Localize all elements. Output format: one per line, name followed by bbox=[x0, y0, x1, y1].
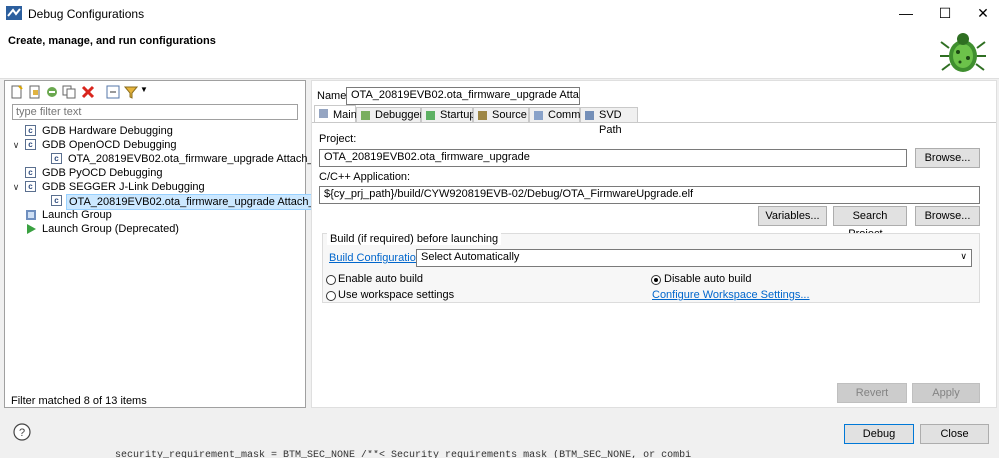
tree-item[interactable]: ∨ c GDB OpenOCD Debugging bbox=[7, 138, 303, 152]
revert-button[interactable]: Revert bbox=[837, 383, 907, 403]
close-button[interactable]: Close bbox=[920, 424, 989, 444]
c-config-icon: c bbox=[25, 181, 36, 192]
filter-icon[interactable] bbox=[124, 85, 138, 99]
chevron-down-icon: ∨ bbox=[960, 251, 967, 261]
build-group: Build (if required) before launching Bui… bbox=[322, 233, 980, 303]
search-project-button[interactable]: Search Project... bbox=[833, 206, 907, 240]
tab-label: Startup bbox=[440, 109, 476, 121]
export-config-icon[interactable] bbox=[45, 85, 59, 99]
c-config-icon: c bbox=[51, 195, 62, 206]
c-config-icon: c bbox=[25, 139, 36, 150]
tab-label: Source bbox=[492, 109, 527, 121]
main-tab-icon bbox=[319, 109, 328, 118]
build-configuration-select[interactable]: Select Automatically ∨ bbox=[416, 249, 972, 267]
c-config-icon: c bbox=[25, 167, 36, 178]
background-code-line: security_requirement_mask = BTM_SEC_NONE… bbox=[115, 450, 692, 458]
tab-common[interactable]: Common bbox=[529, 107, 593, 122]
tree-item-label: Launch Group (Deprecated) bbox=[42, 223, 179, 235]
tree-item[interactable]: c OTA_20819EVB02.ota_firmware_upgrade Att… bbox=[7, 194, 344, 210]
debugger-icon bbox=[361, 111, 370, 120]
tab-svd-path[interactable]: SVD Path bbox=[580, 107, 638, 136]
tree-item[interactable]: Launch Group (Deprecated) bbox=[7, 222, 303, 236]
filter-status: Filter matched 8 of 13 items bbox=[11, 395, 147, 407]
tab-label: Main bbox=[333, 109, 357, 121]
build-group-label: Build (if required) before launching bbox=[327, 233, 502, 245]
tree-item[interactable]: c GDB PyOCD Debugging bbox=[7, 166, 303, 180]
svd-icon bbox=[585, 111, 594, 120]
variables-button[interactable]: Variables... bbox=[758, 206, 827, 226]
browse-project-button[interactable]: Browse... bbox=[915, 148, 980, 168]
expand-toggle-icon[interactable]: ∨ bbox=[11, 138, 21, 152]
tree-item-label: GDB SEGGER J-Link Debugging bbox=[42, 181, 205, 193]
browse-application-button[interactable]: Browse... bbox=[915, 206, 980, 226]
maximize-icon[interactable]: ☐ bbox=[925, 0, 965, 26]
tab-startup[interactable]: Startup bbox=[421, 107, 476, 122]
common-icon bbox=[534, 111, 543, 120]
configure-workspace-link[interactable]: Configure Workspace Settings... bbox=[652, 289, 810, 301]
disable-auto-build-radio[interactable] bbox=[651, 275, 661, 285]
startup-icon bbox=[426, 111, 435, 120]
c-config-icon: c bbox=[25, 125, 36, 136]
disable-auto-build-label: Disable auto build bbox=[664, 273, 752, 285]
configuration-editor: Name: OTA_20819EVB02.ota_firmware_upgrad… bbox=[311, 80, 997, 408]
tree-item-label: GDB OpenOCD Debugging bbox=[42, 139, 177, 151]
tree-item[interactable]: ∨ c GDB SEGGER J-Link Debugging bbox=[7, 180, 303, 194]
bug-icon bbox=[940, 33, 986, 72]
title-bar: Debug Configurations — ☐ ✕ bbox=[0, 0, 999, 26]
tree-item-label: Launch Group bbox=[42, 209, 112, 221]
debug-button[interactable]: Debug bbox=[844, 424, 914, 444]
build-configuration-link[interactable]: Build Configuration: bbox=[329, 252, 425, 264]
minimize-icon[interactable]: — bbox=[886, 0, 926, 26]
project-label: Project: bbox=[319, 133, 357, 145]
name-field[interactable]: OTA_20819EVB02.ota_firmware_upgrade Atta… bbox=[346, 87, 580, 105]
new-config-icon[interactable] bbox=[10, 85, 24, 99]
duplicate-icon[interactable] bbox=[62, 85, 76, 99]
tab-main[interactable]: Main bbox=[314, 105, 357, 123]
name-label: Name: bbox=[317, 90, 350, 102]
tab-label: Debugger bbox=[375, 109, 424, 121]
tab-source[interactable]: Source bbox=[473, 107, 529, 122]
close-icon[interactable]: ✕ bbox=[963, 0, 999, 26]
help-icon[interactable]: ? bbox=[13, 423, 31, 441]
project-field[interactable]: OTA_20819EVB02.ota_firmware_upgrade bbox=[319, 149, 907, 167]
expand-toggle-icon[interactable]: ∨ bbox=[11, 180, 21, 194]
tree-item[interactable]: c GDB Hardware Debugging bbox=[7, 124, 303, 138]
tree-item[interactable]: c OTA_20819EVB02.ota_firmware_upgrade Att… bbox=[7, 152, 356, 166]
tree-item-label: GDB PyOCD Debugging bbox=[42, 167, 163, 179]
configuration-tree-pane: ▼ c GDB Hardware Debugging ∨ c GDB OpenOCD D… bbox=[4, 80, 356, 408]
workspace-settings-radio[interactable] bbox=[326, 291, 336, 301]
window-title: Debug Configurations bbox=[28, 7, 145, 21]
enable-auto-build-radio[interactable] bbox=[326, 275, 336, 285]
build-configuration-value: Select Automatically bbox=[421, 251, 520, 263]
c-config-icon: c bbox=[51, 153, 62, 164]
collapse-all-icon[interactable] bbox=[106, 85, 120, 99]
page-title: Create, manage, and run configurations bbox=[8, 35, 216, 47]
apply-button[interactable]: Apply bbox=[912, 383, 980, 403]
launch-group-icon bbox=[26, 210, 36, 220]
application-label: C/C++ Application: bbox=[319, 171, 411, 183]
application-field[interactable]: ${cy_prj_path}/build/CYW920819EVB-02/Deb… bbox=[319, 186, 980, 204]
delete-icon[interactable] bbox=[81, 85, 95, 99]
filter-input[interactable] bbox=[12, 104, 298, 120]
run-icon bbox=[27, 224, 36, 234]
tree-item[interactable]: Launch Group bbox=[7, 208, 303, 222]
source-icon bbox=[478, 111, 487, 120]
tree-item-label: GDB Hardware Debugging bbox=[42, 125, 173, 137]
dialog-header: Create, manage, and run configurations bbox=[0, 26, 999, 79]
new-prototype-icon[interactable] bbox=[28, 85, 42, 99]
tab-debugger[interactable]: Debugger bbox=[356, 107, 424, 122]
eclipse-debug-icon bbox=[6, 6, 22, 20]
chevron-down-icon[interactable]: ▼ bbox=[140, 85, 148, 94]
enable-auto-build-label: Enable auto build bbox=[338, 273, 424, 285]
svg-text:?: ? bbox=[19, 427, 25, 439]
workspace-settings-label: Use workspace settings bbox=[338, 289, 455, 301]
